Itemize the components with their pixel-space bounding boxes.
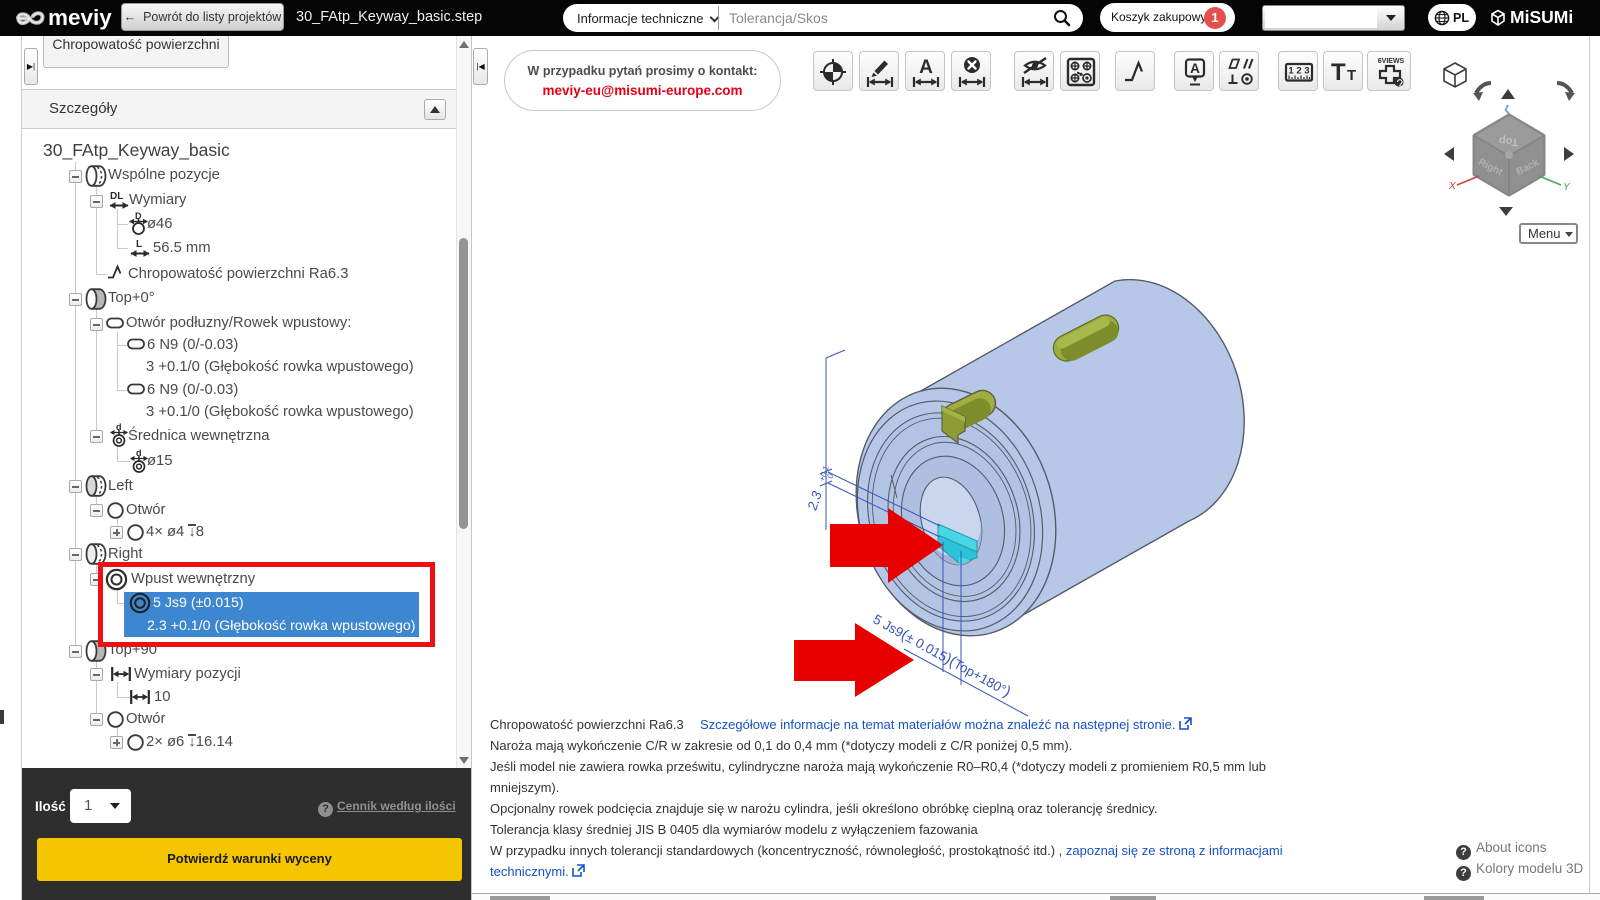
svg-text:1 2 3: 1 2 3 [1288,66,1309,77]
svg-text:Y: Y [1563,182,1571,193]
svg-text:DL: DL [110,191,123,202]
svg-text:L: L [136,239,142,250]
svg-text:A: A [1190,61,1200,76]
svg-text:Top: Top [1498,134,1519,148]
svg-text:A: A [919,57,933,78]
svg-text:T: T [1331,59,1346,86]
svg-text:6VIEWS: 6VIEWS [1378,58,1405,65]
svg-text:2.3: 2.3 [804,489,825,513]
svg-text:X: X [1448,181,1456,192]
svg-text:T: T [1347,67,1356,84]
